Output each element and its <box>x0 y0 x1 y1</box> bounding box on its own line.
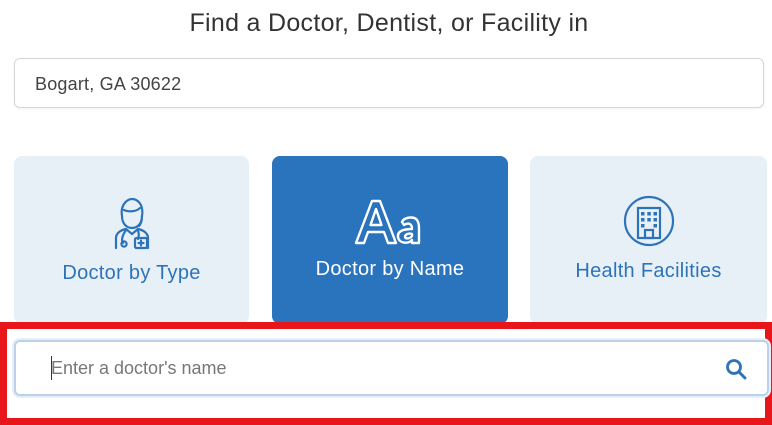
find-doctor-panel: Find a Doctor, Dentist, or Facility in B… <box>0 0 772 425</box>
font-aa-icon <box>354 199 421 245</box>
location-field[interactable]: Bogart, GA 30622 <box>14 58 764 108</box>
doctor-icon <box>114 197 149 250</box>
search-icon[interactable] <box>725 358 747 380</box>
page-title: Find a Doctor, Dentist, or Facility in <box>189 9 589 37</box>
doctor-name-input[interactable] <box>51 354 691 382</box>
tab-health-facilities-label: Health Facilities <box>575 260 722 282</box>
doctor-name-search <box>14 340 769 396</box>
tab-doctor-by-name[interactable]: Doctor by Name <box>272 156 508 324</box>
tab-health-facilities[interactable]: Health Facilities <box>530 156 767 324</box>
tab-doctor-by-type[interactable]: Doctor by Type <box>14 156 249 324</box>
hospital-building-icon <box>623 195 674 247</box>
text-caret <box>51 356 52 380</box>
tab-doctor-by-type-label: Doctor by Type <box>62 262 201 284</box>
location-value: Bogart, GA 30622 <box>35 74 182 94</box>
tab-doctor-by-name-label: Doctor by Name <box>315 258 465 280</box>
